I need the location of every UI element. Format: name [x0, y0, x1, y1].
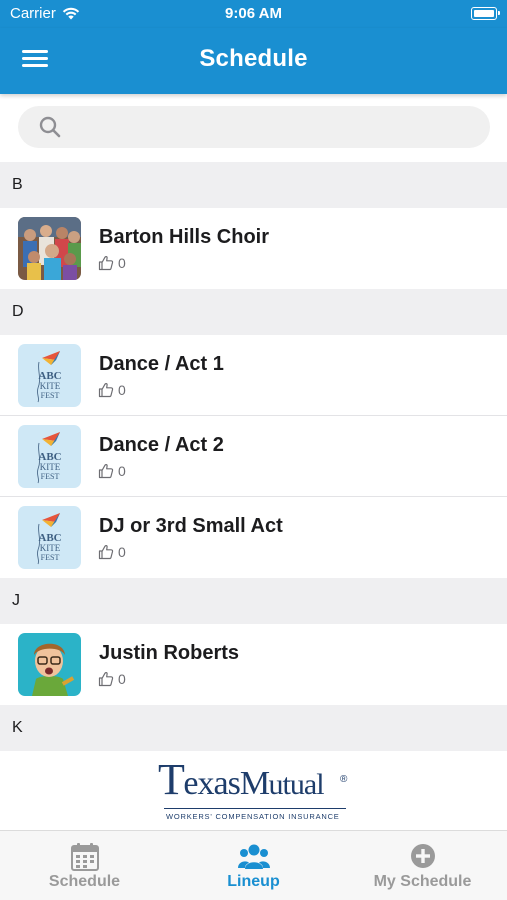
like-count[interactable]: 0 [98, 671, 126, 687]
search-icon [39, 116, 61, 138]
abc-kite-fest-logo: ABC KITE FEST [18, 425, 81, 488]
tab-my-schedule[interactable]: My Schedule [338, 831, 507, 900]
like-count[interactable]: 0 [98, 255, 126, 271]
section-header-d: D [0, 289, 507, 335]
like-count[interactable]: 0 [98, 544, 126, 560]
search-bar [0, 94, 507, 162]
like-count-value: 0 [118, 382, 126, 398]
nav-bar: Schedule [0, 28, 507, 94]
sponsor-divider [164, 808, 346, 809]
performer-photo [18, 633, 81, 696]
svg-text:FEST: FEST [41, 553, 60, 562]
svg-text:FEST: FEST [41, 391, 60, 400]
group-icon [237, 844, 270, 869]
tab-label: Schedule [48, 873, 121, 890]
svg-text:KITE: KITE [40, 462, 61, 472]
list-item-dance-act-1[interactable]: ABC KITE FEST Dance / Act 1 0 [0, 335, 507, 416]
tab-lineup[interactable]: Lineup [169, 831, 338, 900]
lineup-list[interactable]: B Barton Hills Choir 0 D ABC KITE FEST D… [0, 162, 507, 752]
choir-photo [18, 217, 81, 280]
thumbs-up-icon [98, 544, 114, 560]
like-count-value: 0 [118, 255, 126, 271]
like-count[interactable]: 0 [98, 382, 126, 398]
battery-icon [471, 7, 500, 20]
svg-text:KITE: KITE [40, 381, 61, 391]
item-title: Dance / Act 2 [99, 434, 224, 456]
abc-kite-fest-logo: ABC KITE FEST [18, 506, 81, 569]
list-item-dj-or-3rd-small-act[interactable]: ABC KITE FEST DJ or 3rd Small Act 0 [0, 497, 507, 578]
thumbs-up-icon [98, 671, 114, 687]
section-header-b: B [0, 162, 507, 208]
like-count-value: 0 [118, 671, 126, 687]
thumbs-up-icon [98, 382, 114, 398]
sponsor-banner[interactable]: TexasMutual ® WORKERS' COMPENSATION INSU… [0, 752, 507, 830]
status-bar: Carrier 9:06 AM [0, 0, 507, 28]
section-header-j: J [0, 578, 507, 624]
svg-text:KITE: KITE [40, 543, 61, 553]
thumbs-up-icon [98, 255, 114, 271]
tab-bar: Schedule Lineup My Schedule [0, 830, 507, 900]
search-input[interactable] [18, 106, 490, 148]
list-item-dance-act-2[interactable]: ABC KITE FEST Dance / Act 2 0 [0, 416, 507, 497]
tab-schedule[interactable]: Schedule [0, 831, 169, 900]
item-title: DJ or 3rd Small Act [99, 515, 283, 537]
sponsor-logo: TexasMutual [158, 755, 325, 804]
thumbs-up-icon [98, 463, 114, 479]
plus-circle-icon [410, 844, 435, 868]
item-title: Barton Hills Choir [99, 226, 270, 248]
list-item-justin-roberts[interactable]: Justin Roberts 0 [0, 624, 507, 705]
registered-mark: ® [340, 774, 348, 785]
abc-kite-fest-logo: ABC KITE FEST [18, 344, 81, 407]
like-count-value: 0 [118, 463, 126, 479]
like-count[interactable]: 0 [98, 463, 126, 479]
item-title: Dance / Act 1 [99, 353, 224, 375]
page-title: Schedule [199, 45, 308, 72]
status-time: 9:06 AM [225, 5, 282, 22]
list-item-barton-hills-choir[interactable]: Barton Hills Choir 0 [0, 208, 507, 289]
calendar-icon [70, 843, 99, 871]
section-header-k: K [0, 705, 507, 751]
tab-label: My Schedule [373, 873, 472, 890]
like-count-value: 0 [118, 544, 126, 560]
sponsor-tagline: WORKERS' COMPENSATION INSURANCE [166, 812, 340, 821]
item-title: Justin Roberts [99, 642, 240, 664]
svg-text:FEST: FEST [41, 472, 60, 481]
tab-label: Lineup [227, 873, 280, 890]
